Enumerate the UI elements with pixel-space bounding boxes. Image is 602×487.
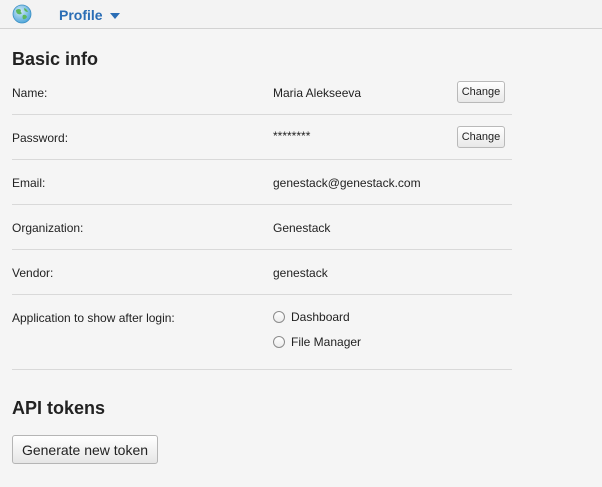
profile-menu[interactable]: Profile (59, 6, 120, 24)
name-value: Maria Alekseeva (273, 86, 362, 100)
email-row: Email: genestack@genestack.com (12, 160, 512, 205)
vendor-value: genestack (273, 266, 328, 280)
vendor-label: Vendor: (12, 266, 54, 280)
organization-row: Organization: Genestack (12, 205, 512, 250)
app-after-login-label: Application to show after login: (12, 311, 175, 325)
radio-option-file-manager[interactable]: File Manager (273, 335, 361, 349)
vendor-row: Vendor: genestack (12, 250, 512, 295)
password-label: Password: (12, 131, 69, 145)
basic-info-heading: Basic info (12, 49, 99, 69)
password-value: ******** (273, 129, 311, 143)
change-name-button[interactable]: Change (457, 81, 505, 103)
radio-button-icon[interactable] (273, 311, 285, 323)
radio-label-dashboard: Dashboard (291, 310, 350, 324)
email-label: Email: (12, 176, 46, 190)
top-bar: Profile (0, 0, 602, 29)
name-label: Name: (12, 86, 48, 100)
organization-label: Organization: (12, 221, 84, 235)
name-row: Name: Maria Alekseeva Change (12, 70, 512, 115)
api-tokens-heading: API tokens (12, 398, 106, 418)
radio-button-icon[interactable] (273, 336, 285, 348)
password-row: Password: ******** Change (12, 115, 512, 160)
generate-token-button[interactable]: Generate new token (12, 435, 158, 464)
globe-logo-icon[interactable] (12, 4, 32, 24)
caret-down-icon (109, 12, 120, 19)
radio-label-file-manager: File Manager (291, 335, 362, 349)
radio-option-dashboard[interactable]: Dashboard (273, 310, 350, 324)
change-password-button[interactable]: Change (457, 126, 505, 148)
profile-menu-label: Profile (59, 7, 103, 23)
email-value: genestack@genestack.com (273, 176, 421, 190)
organization-value: Genestack (273, 221, 331, 235)
app-after-login-row: Application to show after login: Dashboa… (12, 295, 512, 370)
